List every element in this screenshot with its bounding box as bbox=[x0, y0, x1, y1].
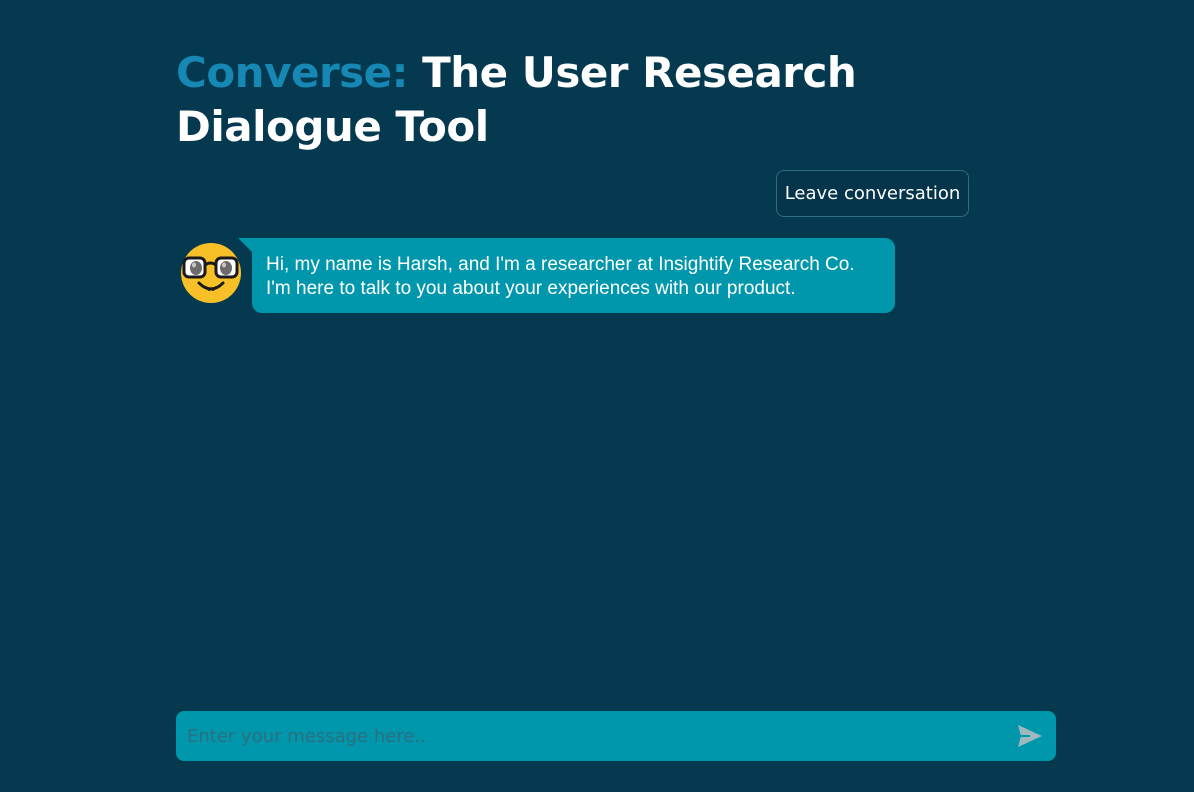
page-title: Converse: The User Research Dialogue Too… bbox=[176, 46, 976, 154]
brand-name: Converse: bbox=[176, 48, 408, 97]
message-input[interactable] bbox=[176, 711, 996, 761]
message-bubble: Hi, my name is Harsh, and I'm a research… bbox=[252, 238, 895, 313]
nerd-face-icon bbox=[181, 243, 241, 303]
message-composer bbox=[176, 711, 1056, 761]
chat-page: Converse: The User Research Dialogue Too… bbox=[0, 0, 1194, 792]
send-icon[interactable] bbox=[1017, 724, 1043, 748]
leave-conversation-button[interactable]: Leave conversation bbox=[776, 170, 969, 217]
